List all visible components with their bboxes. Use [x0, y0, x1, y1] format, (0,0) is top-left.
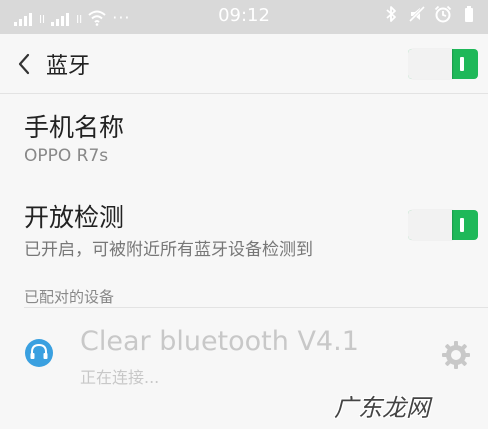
- watermark-logo: 广东龙网: [334, 394, 430, 422]
- bluetooth-icon: [386, 6, 396, 22]
- headset-icon: [25, 339, 53, 367]
- bluetooth-toggle[interactable]: [408, 49, 478, 79]
- alarm-icon: [434, 5, 452, 23]
- discoverable-toggle[interactable]: [408, 210, 478, 240]
- discoverable-title: 开放检测: [24, 203, 125, 232]
- phone-name-title: 手机名称: [24, 113, 125, 142]
- toggle-knob: [408, 210, 452, 240]
- status-bar: ll ll ··· 09:12: [0, 0, 488, 34]
- gear-icon[interactable]: [440, 339, 472, 371]
- phone-name-value: OPPO R7s: [24, 146, 109, 166]
- toggle-knob: [408, 49, 452, 79]
- device-name: Clear bluetooth V4.1: [80, 326, 359, 357]
- discoverable-subtitle: 已开启，可被附近所有蓝牙设备检测到: [24, 240, 313, 260]
- back-icon[interactable]: [16, 52, 32, 76]
- paired-devices-label: 已配对的设备: [24, 288, 115, 306]
- toggle-on-indicator: [460, 218, 464, 232]
- mute-icon: [408, 5, 426, 23]
- section-divider: [24, 307, 488, 308]
- title-bar: 蓝牙: [0, 34, 488, 94]
- toggle-on-indicator: [460, 57, 464, 71]
- device-status: 正在连接...: [80, 368, 160, 387]
- battery-icon: [465, 6, 473, 22]
- page-title: 蓝牙: [46, 54, 91, 79]
- status-right: [382, 5, 478, 23]
